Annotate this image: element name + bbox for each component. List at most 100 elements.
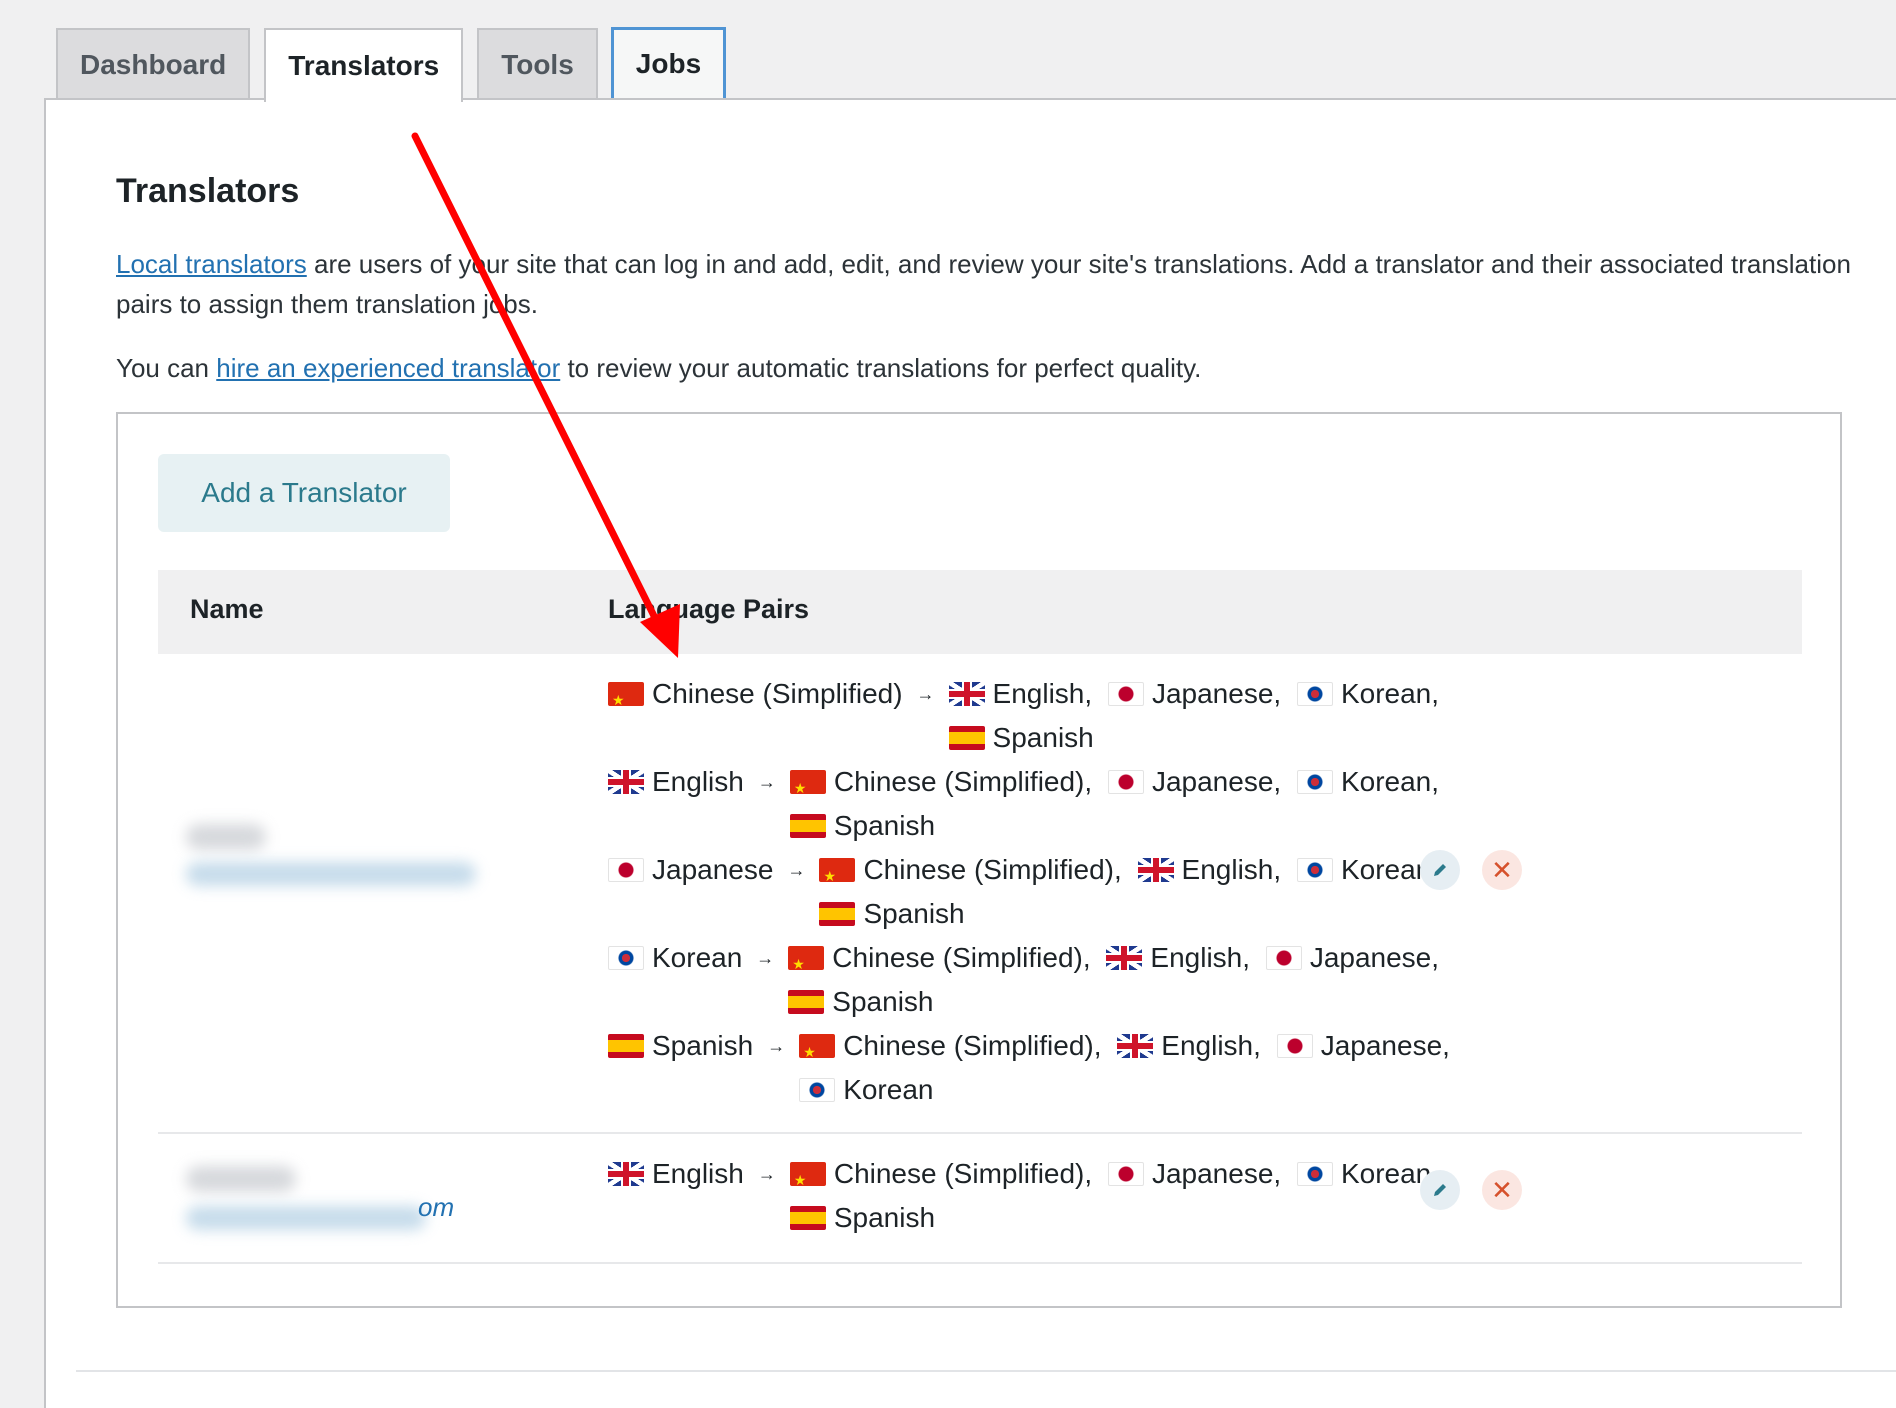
delete-translator-button[interactable]: ✕ — [1482, 1170, 1522, 1210]
translators-box: Add a Translator Name Language Pairs Chi… — [116, 412, 1842, 1308]
target-language: Japanese, — [1265, 942, 1439, 973]
flag-jp-icon — [1265, 946, 1302, 970]
translator-name-redacted — [186, 824, 266, 850]
hire-translator-link[interactable]: hire an experienced translator — [216, 353, 560, 383]
target-language: Korean — [799, 1074, 933, 1105]
target-language: Chinese (Simplified), — [819, 854, 1122, 885]
target-languages: Chinese (Simplified), English, Japanese,… — [799, 1024, 1508, 1112]
close-icon: ✕ — [1491, 854, 1513, 885]
target-language: Japanese, — [1276, 1030, 1450, 1061]
edit-translator-button[interactable] — [1420, 1170, 1460, 1210]
target-language: Japanese, — [1107, 766, 1282, 797]
description: Local translators are users of your site… — [116, 244, 1876, 324]
target-language-label: Spanish — [992, 722, 1094, 753]
add-translator-button[interactable]: Add a Translator — [158, 454, 450, 532]
target-language-label: Chinese (Simplified), — [833, 766, 1093, 797]
target-language-label: English, — [1181, 854, 1282, 885]
flag-jp-icon — [1107, 682, 1144, 706]
translator-email-redacted — [186, 862, 476, 886]
language-pair: Spanish → Chinese (Simplified), English, J… — [608, 1024, 1508, 1112]
language-pair: English → Chinese (Simplified), Japanese, … — [608, 1152, 1508, 1240]
tab-translators[interactable]: Translators — [264, 28, 464, 102]
target-language-label: English, — [1161, 1030, 1261, 1061]
arrow-right-icon: → — [757, 772, 776, 792]
flag-kr-icon — [1296, 1162, 1333, 1186]
delete-translator-button[interactable]: ✕ — [1482, 850, 1522, 890]
target-languages: Chinese (Simplified), English, Japanese,… — [788, 936, 1508, 1024]
target-language: English, — [1137, 854, 1282, 885]
target-language: Korean, — [1296, 1158, 1439, 1189]
tab-dashboard[interactable]: Dashboard — [56, 28, 251, 100]
arrow-right-icon: → — [757, 1164, 776, 1184]
target-language-label: Korean — [843, 1074, 934, 1105]
flag-cn-icon — [608, 682, 644, 706]
hire-text: You can hire an experienced translator t… — [116, 348, 1876, 388]
translator-email-tail[interactable]: om — [418, 1192, 454, 1223]
target-language-label: Japanese, — [1320, 1030, 1450, 1061]
target-language-label: Chinese (Simplified), — [832, 942, 1091, 973]
target-language-label: Chinese (Simplified), — [863, 854, 1122, 885]
flag-gb-icon — [948, 682, 985, 706]
target-language: Japanese, — [1107, 1158, 1282, 1189]
arrow-right-icon: → — [916, 684, 935, 704]
target-language-label: Japanese, — [1151, 678, 1282, 709]
flag-kr-icon — [608, 946, 644, 970]
target-language: Korean, — [1296, 678, 1440, 709]
target-language-label: Spanish — [863, 898, 965, 929]
arrow-right-icon: → — [756, 948, 775, 968]
target-language: Chinese (Simplified), — [788, 942, 1091, 973]
target-language-label: Japanese, — [1151, 766, 1282, 797]
target-language: Korean, — [1296, 766, 1440, 797]
arrow-right-icon: → — [767, 1036, 786, 1056]
target-language-label: Korean, — [1340, 678, 1440, 709]
source-language-label: Korean — [652, 942, 743, 973]
flag-cn-icon — [799, 1034, 836, 1058]
source-language: Chinese (Simplified) — [608, 672, 903, 716]
flag-es-icon — [948, 726, 985, 750]
edit-translator-button[interactable] — [1420, 850, 1460, 890]
flag-es-icon — [788, 990, 825, 1014]
flag-gb-icon — [1117, 1034, 1154, 1058]
target-language-label: Spanish — [833, 1202, 936, 1233]
flag-gb-icon — [1137, 858, 1174, 882]
source-language-label: English — [652, 766, 744, 797]
target-language: Chinese (Simplified), — [789, 1158, 1093, 1189]
local-translators-link[interactable]: Local translators — [116, 249, 307, 279]
target-language: English, — [1106, 942, 1250, 973]
target-language: Spanish — [789, 1202, 936, 1233]
target-languages: English, Japanese, Korean, Spanish — [948, 672, 1508, 760]
target-language: English, — [948, 678, 1093, 709]
flag-cn-icon — [788, 946, 825, 970]
flag-gb-icon — [608, 770, 644, 794]
table-row: Chinese (Simplified) → English, Japanese, … — [158, 654, 1802, 1134]
flag-jp-icon — [608, 858, 644, 882]
target-language-label: Chinese (Simplified), — [833, 1158, 1093, 1189]
target-language-label: English, — [1150, 942, 1251, 973]
tab-tools[interactable]: Tools — [477, 28, 598, 100]
table-row: om English → Chinese (Simplified), Japanes… — [158, 1134, 1802, 1264]
table-header: Name Language Pairs — [158, 570, 1802, 654]
page-title: Translators — [116, 172, 300, 210]
tab-jobs[interactable]: Jobs — [611, 28, 726, 100]
target-language-label: Japanese, — [1151, 1158, 1282, 1189]
translator-email-redacted — [186, 1206, 426, 1230]
language-pair: Chinese (Simplified) → English, Japanese, … — [608, 672, 1508, 760]
source-language: Spanish — [608, 1024, 753, 1068]
flag-kr-icon — [1296, 682, 1333, 706]
source-language: English — [608, 1152, 744, 1196]
pencil-icon — [1434, 1184, 1446, 1196]
flag-kr-icon — [1296, 858, 1333, 882]
translator-name-redacted — [186, 1166, 296, 1192]
column-header-language-pairs: Language Pairs — [608, 594, 810, 624]
source-language: Korean — [608, 936, 742, 980]
close-icon: ✕ — [1491, 1174, 1513, 1205]
source-language-label: English — [652, 1158, 744, 1189]
target-language-label: Korean, — [1340, 766, 1440, 797]
source-language-label: Japanese — [652, 854, 774, 885]
target-language: English, — [1117, 1030, 1261, 1061]
source-language-label: Chinese (Simplified) — [652, 678, 903, 709]
target-language-label: English, — [992, 678, 1093, 709]
flag-es-icon — [608, 1034, 644, 1058]
flag-gb-icon — [608, 1162, 644, 1186]
target-language: Spanish — [819, 898, 965, 929]
